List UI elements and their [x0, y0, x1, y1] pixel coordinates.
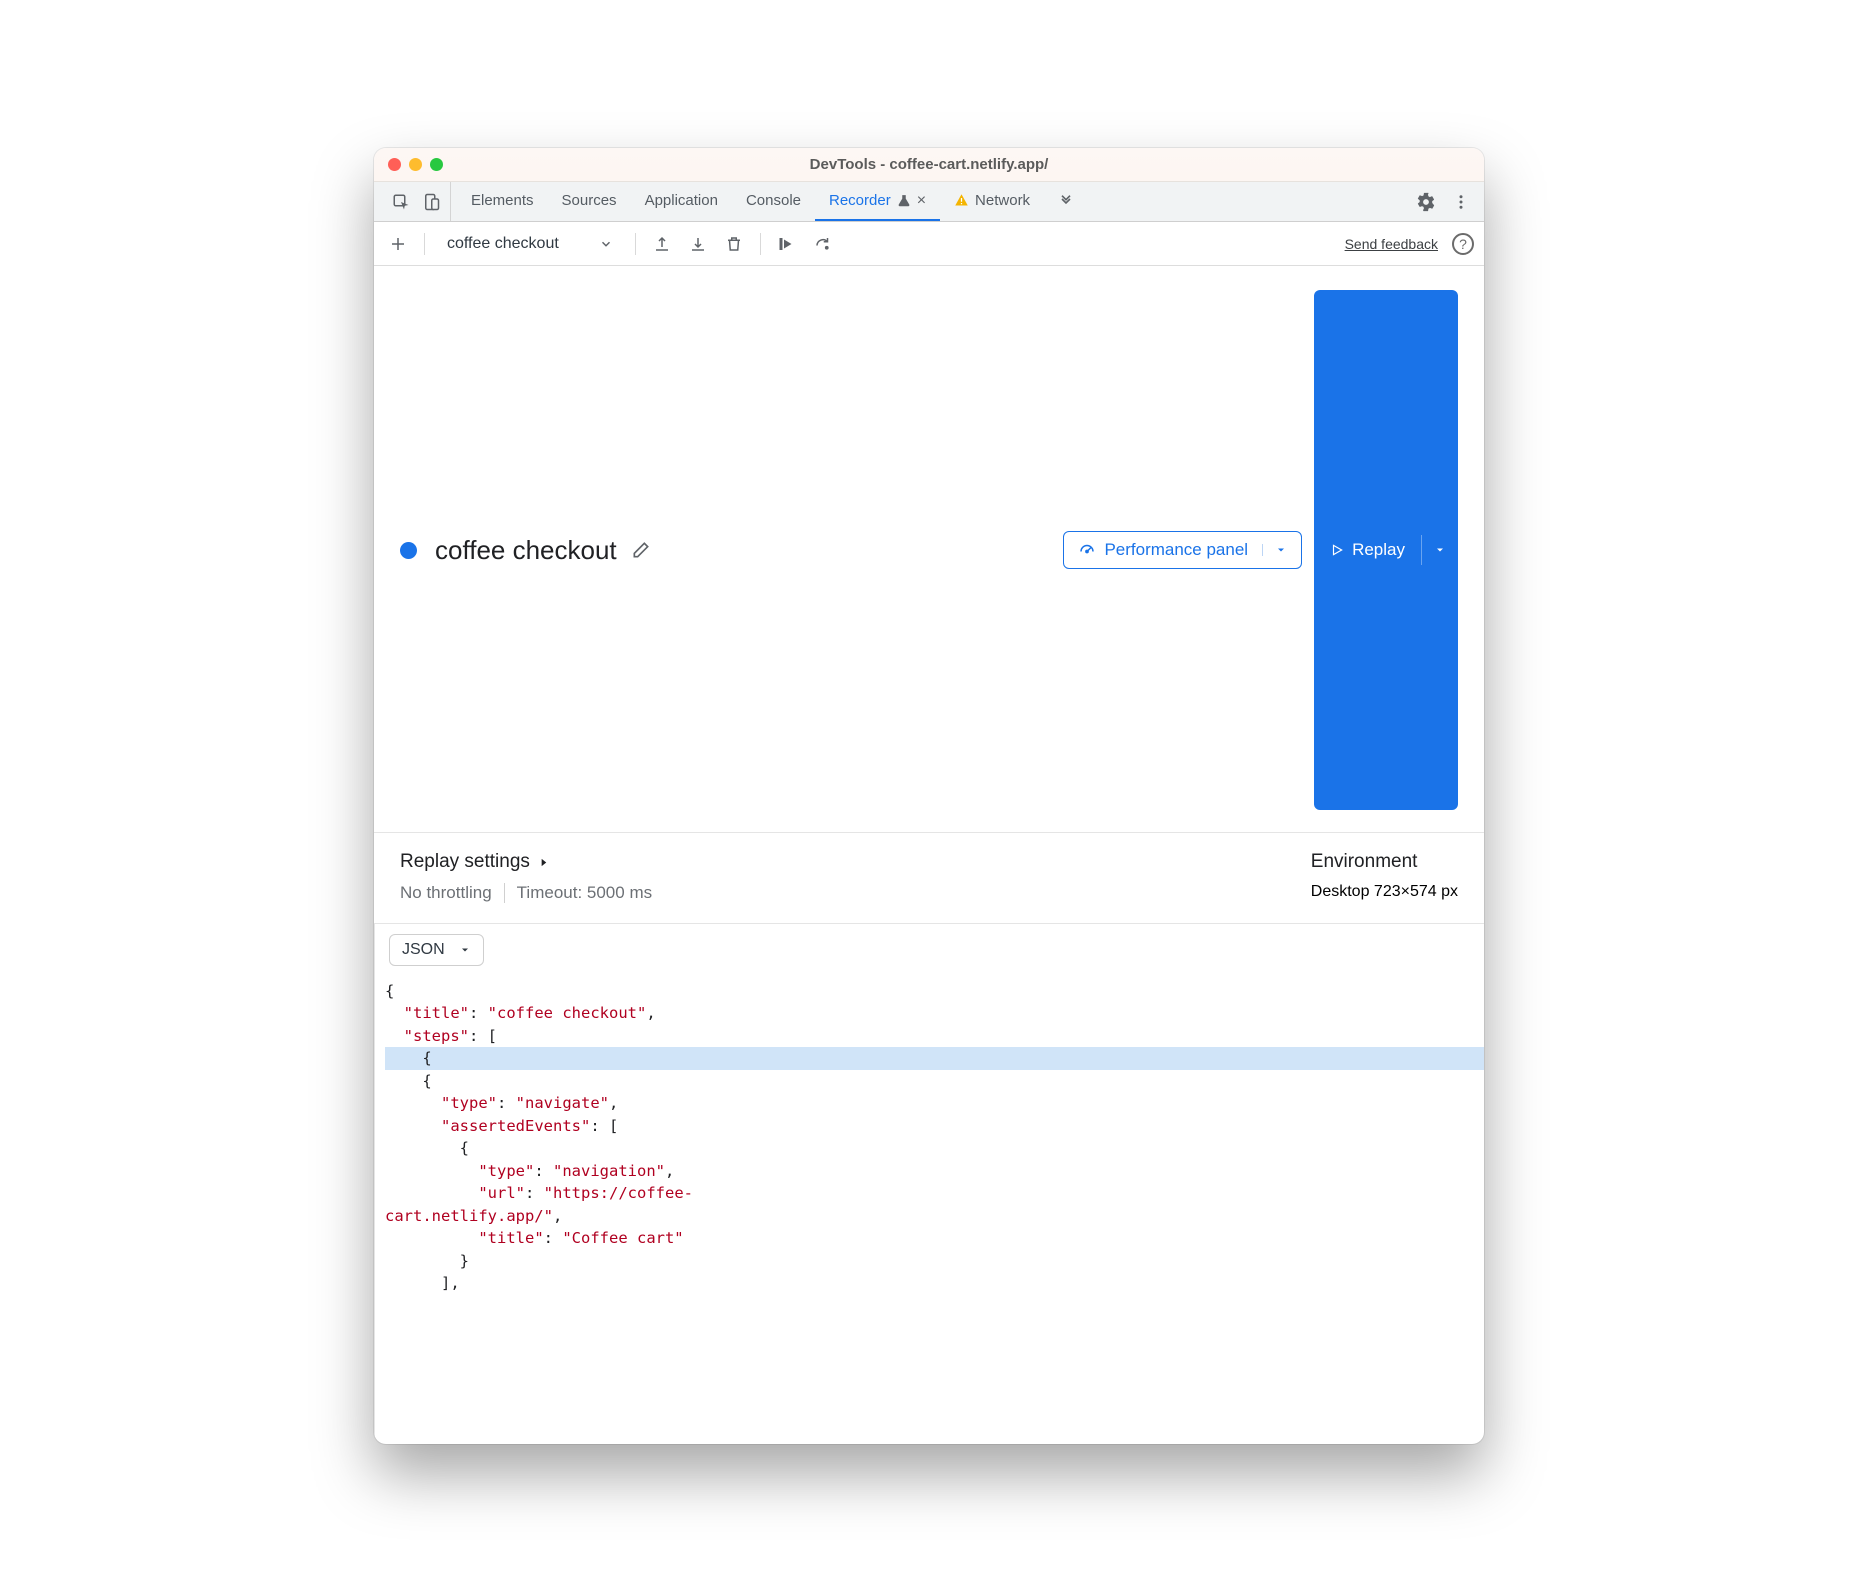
- step-row[interactable]: ClickElement "Mocha"⋮: [374, 1211, 375, 1301]
- tab-recorder[interactable]: Recorder ×: [815, 182, 940, 221]
- step-over-icon[interactable]: [773, 230, 801, 258]
- recording-header: coffee checkout Performance panel Replay: [374, 266, 1484, 833]
- inspect-element-icon[interactable]: [392, 193, 410, 211]
- performance-panel-button[interactable]: Performance panel: [1063, 531, 1302, 569]
- recording-select[interactable]: coffee checkout: [437, 235, 623, 253]
- send-feedback-link[interactable]: Send feedback: [1345, 236, 1438, 252]
- step-row[interactable]: Set viewport⋮: [374, 996, 375, 1068]
- play-icon: [1330, 543, 1344, 557]
- gauge-icon: [1078, 541, 1096, 559]
- recording-status-dot: [400, 542, 417, 559]
- export-icon[interactable]: [648, 230, 676, 258]
- chevron-right-icon: [538, 857, 549, 868]
- tab-sources[interactable]: Sources: [548, 182, 631, 221]
- main-split: Current page⋮Set viewport⋮Navigate⋮Coffe…: [374, 924, 1484, 1444]
- window-title: DevTools - coffee-cart.netlify.app/: [374, 156, 1484, 173]
- steps-timeline: Current page⋮Set viewport⋮Navigate⋮Coffe…: [374, 924, 375, 1444]
- step-icon[interactable]: [809, 230, 837, 258]
- replay-button[interactable]: Replay: [1314, 290, 1458, 810]
- delete-icon[interactable]: [720, 230, 748, 258]
- timeout-value: Timeout: 5000 ms: [517, 883, 652, 903]
- tab-application[interactable]: Application: [631, 182, 732, 221]
- tab-network[interactable]: Network: [940, 182, 1044, 221]
- step-row[interactable]: Navigate⋮: [374, 1068, 375, 1120]
- help-icon[interactable]: ?: [1452, 233, 1474, 255]
- code-panel: JSON × { "title": "coffee checkout", "st…: [375, 924, 1484, 1444]
- close-window-button[interactable]: [388, 158, 401, 171]
- minimize-window-button[interactable]: [409, 158, 422, 171]
- import-icon[interactable]: [684, 230, 712, 258]
- devtools-tabstrip: Elements Sources Application Console Rec…: [374, 182, 1484, 222]
- replay-dropdown-caret[interactable]: [1421, 535, 1458, 565]
- new-recording-button[interactable]: [384, 230, 412, 258]
- recording-select-label: coffee checkout: [447, 235, 559, 253]
- step-row[interactable]: Current page⋮: [374, 924, 375, 996]
- chevron-down-icon: [599, 237, 613, 251]
- zoom-window-button[interactable]: [430, 158, 443, 171]
- traffic-lights: [388, 158, 443, 171]
- performance-panel-label: Performance panel: [1104, 540, 1248, 560]
- warning-icon: [954, 193, 969, 208]
- recorder-toolbar: coffee checkout Send feedback ?: [374, 222, 1484, 266]
- code-format-select[interactable]: JSON: [389, 934, 484, 966]
- device-toggle-icon[interactable]: [422, 193, 440, 211]
- replay-settings-toggle[interactable]: Replay settings: [400, 851, 652, 873]
- code-body[interactable]: { "title": "coffee checkout", "steps": […: [375, 976, 1484, 1305]
- perf-dropdown-caret[interactable]: [1262, 544, 1287, 556]
- recording-title: coffee checkout: [435, 535, 617, 566]
- throttling-value: No throttling: [400, 883, 492, 903]
- window-titlebar: DevTools - coffee-cart.netlify.app/: [374, 148, 1484, 182]
- more-tabs-button[interactable]: [1044, 182, 1088, 221]
- kebab-menu-icon[interactable]: [1452, 193, 1470, 211]
- experiment-flask-icon: [897, 194, 911, 208]
- tab-console[interactable]: Console: [732, 182, 815, 221]
- devtools-window: DevTools - coffee-cart.netlify.app/ Elem…: [374, 148, 1484, 1444]
- environment-viewport: 723×574 px: [1374, 883, 1458, 900]
- replay-label: Replay: [1352, 540, 1405, 560]
- close-tab-icon[interactable]: ×: [917, 192, 926, 210]
- environment-device: Desktop: [1311, 883, 1370, 900]
- settings-gear-icon[interactable]: [1416, 192, 1436, 212]
- tab-elements[interactable]: Elements: [457, 182, 548, 221]
- settings-row: Replay settings No throttling Timeout: 5…: [374, 833, 1484, 924]
- environment-heading: Environment: [1311, 851, 1458, 873]
- edit-title-icon[interactable]: [631, 540, 651, 560]
- step-row[interactable]: Coffee carthttps://coffee-cart.netlify.a…: [374, 1121, 375, 1211]
